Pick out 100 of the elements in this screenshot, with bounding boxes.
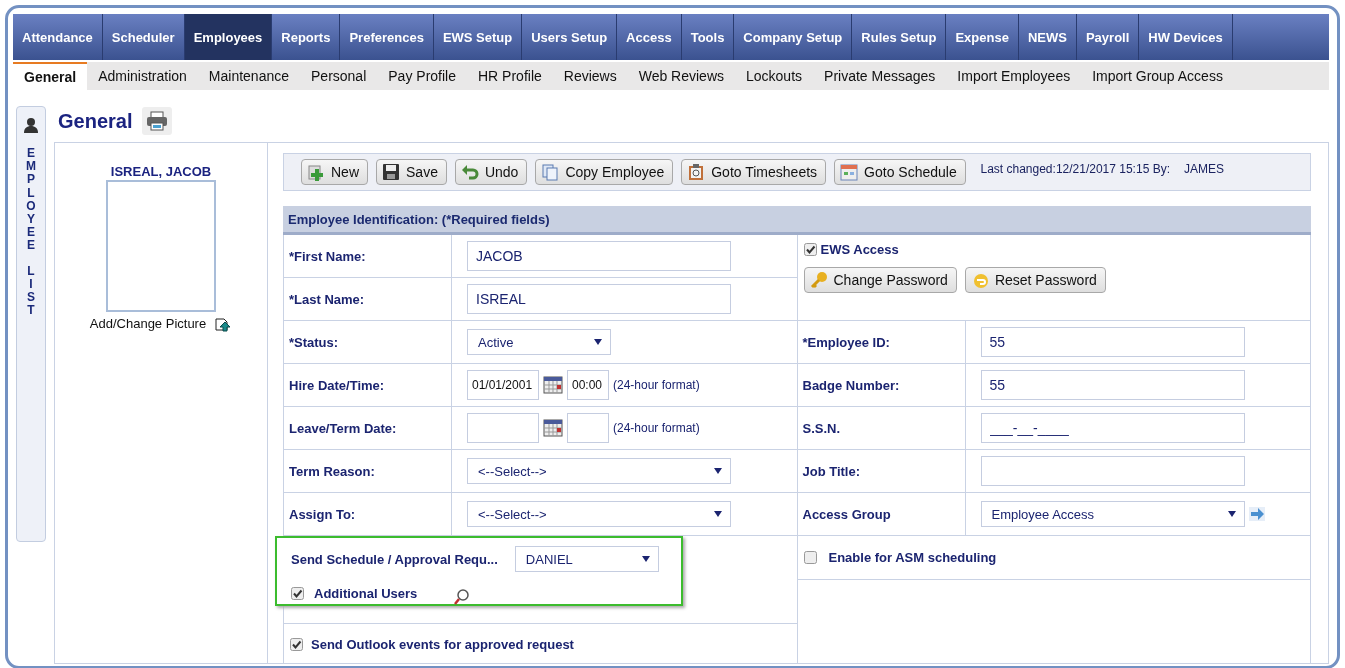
sub-tab[interactable]: Import Employees [946,62,1082,90]
dropdown[interactable]: <--Select--> [467,501,731,527]
sub-tab[interactable]: Lockouts [735,62,814,90]
nav-tab[interactable]: Users Setup [522,14,618,60]
search-icon[interactable] [453,588,472,606]
page-title: General [58,109,133,133]
calendar-icon [543,419,563,437]
input-field[interactable]: 55 [980,370,1245,400]
caret-icon [641,556,650,562]
checkbox-label: Enable for ASM scheduling [828,550,997,565]
sub-tab[interactable]: Administration [87,62,198,90]
copy-icon [541,163,560,181]
checkbox-label: EWS Access [820,242,899,257]
sub-tab[interactable]: Web Reviews [627,62,735,90]
dropdown[interactable]: DANIEL [514,546,659,572]
picture-link[interactable]: Add/Change Picture [89,315,207,331]
nav-tab[interactable]: Attendance [13,14,103,60]
calendar-icon [840,163,859,181]
input-field[interactable] [467,413,539,443]
undo-arrow-icon [460,163,479,181]
section-header: Employee Identification: (*Required fields) [283,206,1311,235]
caret-icon [594,339,602,345]
nav-tab[interactable]: Payroll [1076,14,1140,60]
sub-tab[interactable]: Import Group Access [1081,62,1234,90]
field-label: Leave/Term Date: [284,407,452,449]
arrow-right-icon[interactable] [1248,507,1265,521]
input-field[interactable] [980,456,1245,486]
field-label: S.S.N. [797,407,966,449]
toolbar-button[interactable]: Save [376,159,447,185]
password-button[interactable]: Change Password [803,267,957,293]
field-label: *First Name: [284,235,452,277]
checkbox[interactable] [290,637,303,651]
dropdown[interactable]: <--Select--> [467,458,731,484]
changed-by: JAMES [1184,162,1224,176]
clipboard-icon [687,163,706,181]
password-button[interactable]: Reset Password [964,267,1106,293]
vertical-label: EMPLOYEE [25,147,37,253]
toolbar-button[interactable]: Goto Schedule [834,159,966,185]
key-icon [809,271,828,289]
employee-name: ISREAL, JACOB [110,164,212,179]
checkbox[interactable] [803,243,817,256]
sub-tab[interactable]: General [13,62,88,90]
input-field[interactable]: ISREAL [467,284,731,314]
field-label: Badge Number: [797,364,966,406]
nav-tab[interactable]: Preferences [340,14,434,60]
dropdown[interactable]: Employee Access [980,501,1245,527]
vertical-label: LIST [26,264,36,318]
nav-tab[interactable]: HW Devices [1139,14,1233,60]
calendar-icon [543,376,563,394]
checkbox-label: Send Outlook events for approved request [311,636,574,652]
input-field[interactable]: 55 [980,327,1245,357]
side-tab[interactable]: EMPLOYEE LIST [16,106,46,542]
sub-tab[interactable]: HR Profile [467,62,553,90]
last-changed: Last changed:12/21/2017 15:15 By: [980,162,1170,176]
caret-icon [714,511,722,517]
dropdown[interactable]: Active [467,329,611,355]
caret-icon [1227,511,1236,517]
checkbox[interactable] [291,586,304,600]
input-field[interactable]: JACOB [467,241,731,271]
field-label: *Status: [284,321,452,363]
nav-tab[interactable]: Expense [946,14,1019,60]
field-label: Assign To: [284,493,452,535]
field-label: Job Title: [797,450,966,492]
nav-tab[interactable]: Tools [681,14,735,60]
field-label: Send Schedule / Approval Requ... [291,551,498,567]
caret-icon [714,468,722,474]
nav-tab[interactable]: Access [617,14,682,60]
sub-tab[interactable]: Private Messages [813,62,947,90]
format-hint: (24-hour format) [613,421,700,435]
field-label: *Last Name: [284,278,452,320]
plus-icon [307,163,325,181]
sub-tab[interactable]: Pay Profile [377,62,467,90]
nav-tab[interactable]: Company Setup [734,14,853,60]
toolbar-button[interactable]: Goto Timesheets [681,159,827,185]
person-icon [23,117,39,133]
nav-tab[interactable]: Scheduler [102,14,185,60]
checkbox-label: Additional Users [314,585,418,601]
input-field[interactable]: ___-__-____ [980,413,1245,443]
sub-tab[interactable]: Maintenance [197,62,300,90]
nav-tab[interactable]: Rules Setup [852,14,947,60]
checkbox[interactable] [803,551,817,564]
toolbar-button[interactable]: New [301,159,368,185]
input-field[interactable]: 00:00 [567,370,609,400]
input-field[interactable] [567,413,609,443]
nav-tab[interactable]: EWS Setup [433,14,523,60]
toolbar-button[interactable]: Copy Employee [535,159,674,185]
toolbar-button[interactable]: Undo [454,159,528,185]
field-label: Access Group [797,493,966,535]
nav-tab[interactable]: Reports [272,14,341,60]
sub-tab[interactable]: Personal [300,62,378,90]
field-label: *Employee ID: [797,321,966,363]
printer-icon [146,111,169,131]
field-label: Hire Date/Time: [284,364,452,406]
field-label: Term Reason: [284,450,452,492]
input-field[interactable]: 01/01/2001 [467,370,539,400]
nav-tab[interactable]: Employees [184,14,273,60]
print-button[interactable] [142,107,173,135]
format-hint: (24-hour format) [613,378,700,392]
sub-tab[interactable]: Reviews [552,62,628,90]
nav-tab[interactable]: NEWS [1018,14,1077,60]
